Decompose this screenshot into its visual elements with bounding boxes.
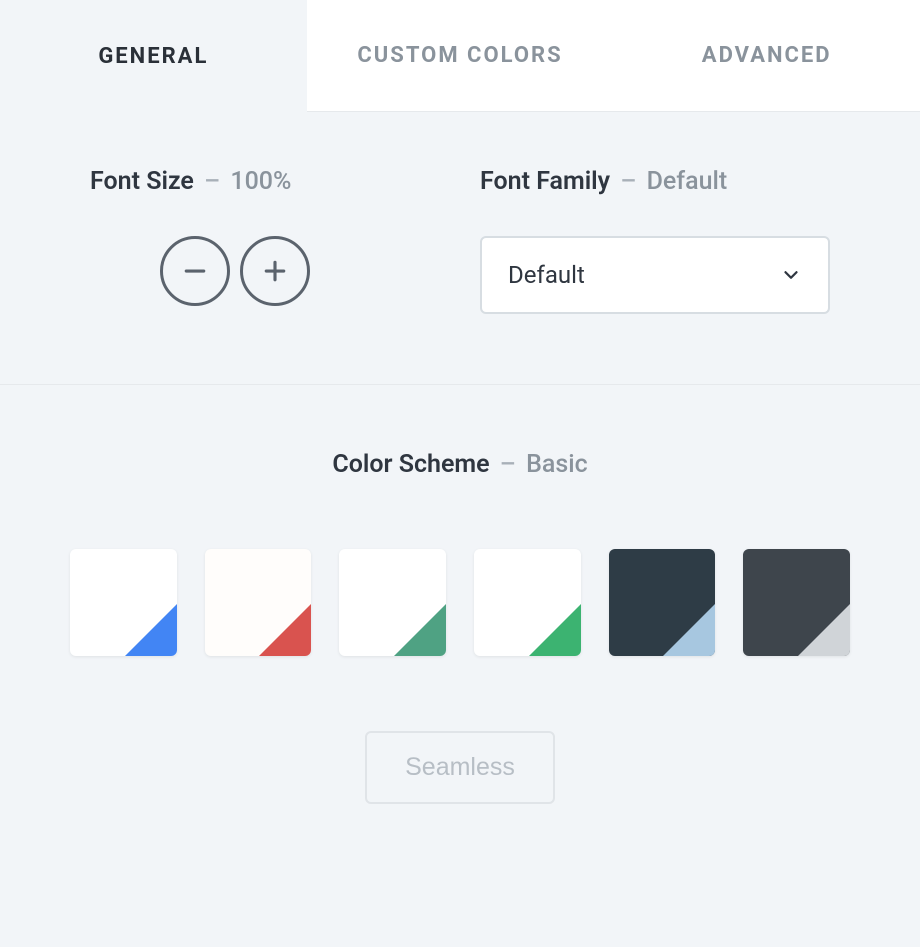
color-scheme-label: Color Scheme [332, 450, 489, 479]
font-size-stepper [30, 236, 440, 306]
separator: – [496, 450, 520, 479]
chevron-down-icon [780, 264, 802, 286]
decrease-font-button[interactable] [160, 236, 230, 306]
color-scheme-value: Basic [526, 450, 588, 479]
font-family-value: Default [647, 167, 728, 196]
separator: – [200, 167, 224, 196]
font-family-label-row: Font Family – Default [480, 167, 830, 196]
color-swatch-2[interactable] [205, 549, 312, 656]
swatch-accent-corner [259, 604, 311, 656]
font-size-group: Font Size – 100% [90, 167, 460, 314]
tab-advanced-label: ADVANCED [702, 43, 832, 68]
font-family-select[interactable]: Default [480, 236, 830, 314]
seamless-button-label: Seamless [405, 753, 515, 782]
seamless-button[interactable]: Seamless [365, 731, 555, 804]
separator: – [616, 167, 640, 196]
color-swatch-5[interactable] [609, 549, 716, 656]
color-swatch-4[interactable] [474, 549, 581, 656]
tabs: GENERAL CUSTOM COLORS ADVANCED [0, 0, 920, 112]
swatch-accent-corner [798, 604, 850, 656]
font-family-selected: Default [508, 261, 585, 289]
font-family-group: Font Family – Default Default [460, 167, 830, 314]
swatch-accent-corner [125, 604, 177, 656]
font-size-label-row: Font Size – 100% [90, 167, 440, 196]
color-swatch-1[interactable] [70, 549, 177, 656]
plus-icon [260, 256, 290, 286]
color-scheme-section: Color Scheme – Basic Seamless [0, 385, 920, 884]
swatch-accent-corner [663, 604, 715, 656]
swatch-accent-corner [529, 604, 581, 656]
color-swatch-6[interactable] [743, 549, 850, 656]
tab-general-label: GENERAL [98, 44, 208, 69]
minus-icon [180, 256, 210, 286]
tab-custom-colors[interactable]: CUSTOM COLORS [307, 0, 614, 112]
font-size-label: Font Size [90, 167, 194, 196]
color-swatches [70, 549, 850, 656]
tab-custom-colors-label: CUSTOM COLORS [357, 43, 562, 68]
color-scheme-label-row: Color Scheme – Basic [70, 450, 850, 479]
increase-font-button[interactable] [240, 236, 310, 306]
color-swatch-3[interactable] [339, 549, 446, 656]
swatch-accent-corner [394, 604, 446, 656]
font-section: Font Size – 100% Font Family – Default D… [0, 112, 920, 385]
font-family-label: Font Family [480, 167, 610, 196]
font-size-value: 100% [230, 167, 291, 196]
tab-general[interactable]: GENERAL [0, 0, 307, 112]
tab-advanced[interactable]: ADVANCED [613, 0, 920, 112]
